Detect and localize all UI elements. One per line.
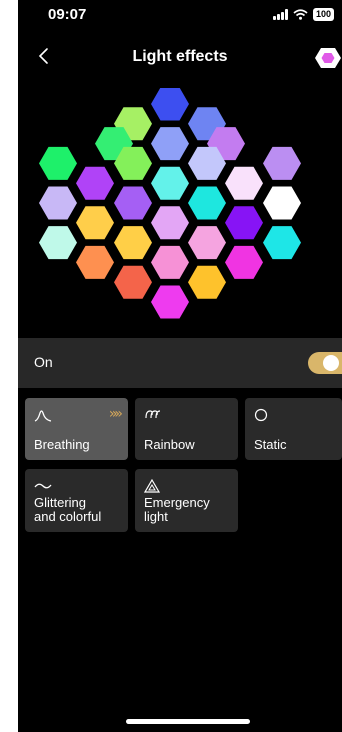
rainbow-swirl-icon	[145, 410, 161, 419]
hex-tile[interactable]	[39, 186, 77, 220]
status-icons: 100	[272, 8, 334, 21]
hex-tile[interactable]	[151, 127, 189, 161]
hexagon-light-panel	[18, 87, 342, 330]
effect-label: Emergency light	[144, 495, 210, 524]
hex-tile[interactable]	[151, 166, 189, 200]
hex-tile[interactable]	[39, 146, 77, 180]
toggle-knob	[323, 355, 339, 371]
hex-tile[interactable]	[188, 186, 226, 220]
hex-tile[interactable]	[263, 186, 301, 220]
power-toggle[interactable]	[308, 352, 342, 374]
status-bar: 09:07 100	[18, 0, 342, 38]
nav-bar: Light effects	[18, 40, 342, 76]
hex-tile[interactable]	[151, 245, 189, 279]
circle-icon	[254, 408, 268, 422]
hex-tile[interactable]	[225, 206, 263, 240]
signal-icon	[272, 9, 288, 20]
effect-label: Breathing	[34, 437, 90, 452]
wave-peak-icon	[34, 410, 52, 422]
active-indicator-icon: »»	[108, 406, 123, 422]
hex-tile[interactable]	[76, 245, 114, 279]
hexagon-icon[interactable]	[314, 44, 342, 72]
effect-static[interactable]: Static	[245, 398, 342, 460]
hexagon-grid	[39, 87, 301, 319]
hex-tile[interactable]	[151, 206, 189, 240]
hex-tile[interactable]	[114, 226, 152, 260]
hex-tile[interactable]	[114, 265, 152, 299]
page-title: Light effects	[132, 48, 228, 65]
hex-tile[interactable]	[76, 166, 114, 200]
hex-tile[interactable]	[225, 166, 263, 200]
hex-tile[interactable]	[151, 87, 189, 121]
home-indicator[interactable]	[126, 719, 250, 724]
effect-rainbow[interactable]: Rainbow	[135, 398, 238, 460]
effect-breathing[interactable]: »» Breathing	[25, 398, 128, 460]
hex-tile[interactable]	[263, 146, 301, 180]
tilde-wave-icon	[34, 483, 52, 489]
hex-tile[interactable]	[114, 186, 152, 220]
effect-emergency[interactable]: Emergency light	[135, 469, 238, 532]
power-label: On	[34, 354, 53, 370]
warning-triangle-icon	[144, 479, 161, 493]
power-row: On	[18, 338, 342, 388]
wifi-icon	[293, 9, 308, 20]
hex-tile[interactable]	[263, 226, 301, 260]
hex-tile[interactable]	[225, 245, 263, 279]
hex-tile[interactable]	[76, 206, 114, 240]
effect-glittering[interactable]: Glittering and colorful	[25, 469, 128, 532]
hex-tile[interactable]	[188, 265, 226, 299]
hex-tile[interactable]	[188, 226, 226, 260]
app-screen: 09:07 100 Light effects On »» Breathing …	[18, 0, 342, 732]
status-time: 09:07	[48, 6, 87, 23]
effect-label: Glittering and colorful	[34, 495, 102, 524]
hex-tile[interactable]	[39, 226, 77, 260]
effect-label: Static	[254, 437, 287, 452]
effect-label: Rainbow	[144, 437, 195, 452]
hex-tile[interactable]	[151, 285, 189, 319]
battery-icon: 100	[312, 8, 334, 21]
